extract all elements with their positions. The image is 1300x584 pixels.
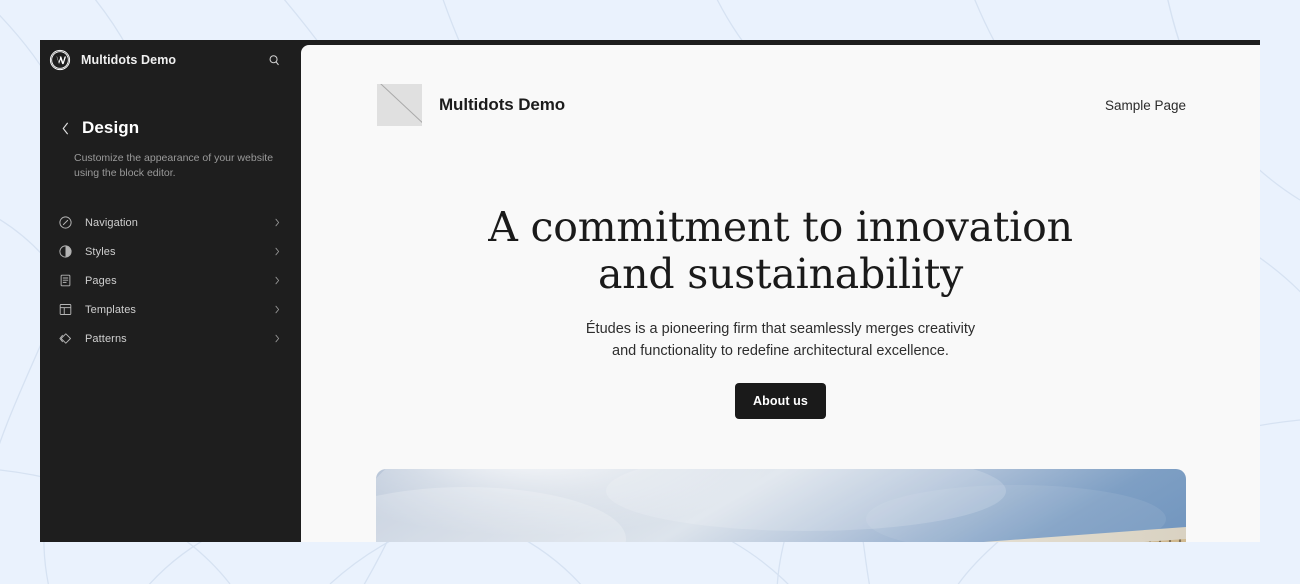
sidebar-panel-header: Design Customize the appearance of your … [40,80,301,180]
chevron-right-icon [275,305,280,314]
chevron-right-icon [275,218,280,227]
chevron-right-icon [275,247,280,256]
hero-heading: A commitment to innovation and sustainab… [461,204,1101,298]
sidebar-item-label: Templates [85,303,137,316]
search-icon[interactable] [263,49,285,71]
templates-layout-icon [59,304,72,315]
hero-section: A commitment to innovation and sustainab… [301,141,1260,542]
sidebar-item-navigation[interactable]: Navigation [52,208,289,237]
chevron-right-icon [275,276,280,285]
site-brand[interactable]: Multidots Demo [377,84,1105,126]
sidebar-site-title: Multidots Demo [81,53,177,67]
site-title: Multidots Demo [439,95,566,114]
site-preview-canvas[interactable]: Multidots Demo Sample Page A commitment … [301,45,1260,542]
hero-paragraph: Études is a pioneering firm that seamles… [585,321,976,359]
sidebar-panel-description: Customize the appearance of your website… [74,152,274,179]
sidebar-item-pages[interactable]: Pages [52,266,289,295]
pages-document-icon [60,274,71,287]
sidebar-item-styles[interactable]: Styles [52,237,289,266]
nav-link-sample-page[interactable]: Sample Page [1105,98,1186,113]
broken-image-placeholder-icon [377,84,422,126]
chevron-right-icon [275,334,280,343]
sidebar-panel-header-row: Design [56,118,285,138]
sidebar-item-label: Styles [85,245,116,258]
sidebar-item-label: Navigation [85,216,138,229]
chevron-left-icon[interactable] [58,118,72,138]
sidebar-menu-list: Navigation Styles Pages Templates Patter… [40,208,301,353]
hero-architecture-image [375,469,1186,542]
editor-sidebar: Multidots Demo Design Customize the appe… [40,40,301,542]
navigation-compass-icon [59,216,72,229]
hero-heading-line-1: A commitment to innovation [488,203,1073,251]
site-header: Multidots Demo Sample Page [301,45,1260,141]
about-us-button[interactable]: About us [735,383,826,419]
sidebar-item-label: Patterns [85,332,127,345]
sidebar-item-templates[interactable]: Templates [52,295,289,324]
hero-heading-line-2: and sustainability [597,250,964,298]
sidebar-topbar: Multidots Demo [40,40,301,80]
site-editor-window: Multidots Demo Design Customize the appe… [40,40,1260,542]
hero-image-container [375,469,1186,542]
sidebar-item-label: Pages [85,274,117,287]
page-title: Design [82,118,140,137]
styles-contrast-icon [59,245,72,258]
patterns-layers-icon [59,333,71,344]
site-navigation: Sample Page [1105,98,1186,113]
wordpress-logo-icon[interactable] [49,49,71,71]
hero-cta-wrapper: About us [301,383,1260,419]
sidebar-item-patterns[interactable]: Patterns [52,324,289,353]
